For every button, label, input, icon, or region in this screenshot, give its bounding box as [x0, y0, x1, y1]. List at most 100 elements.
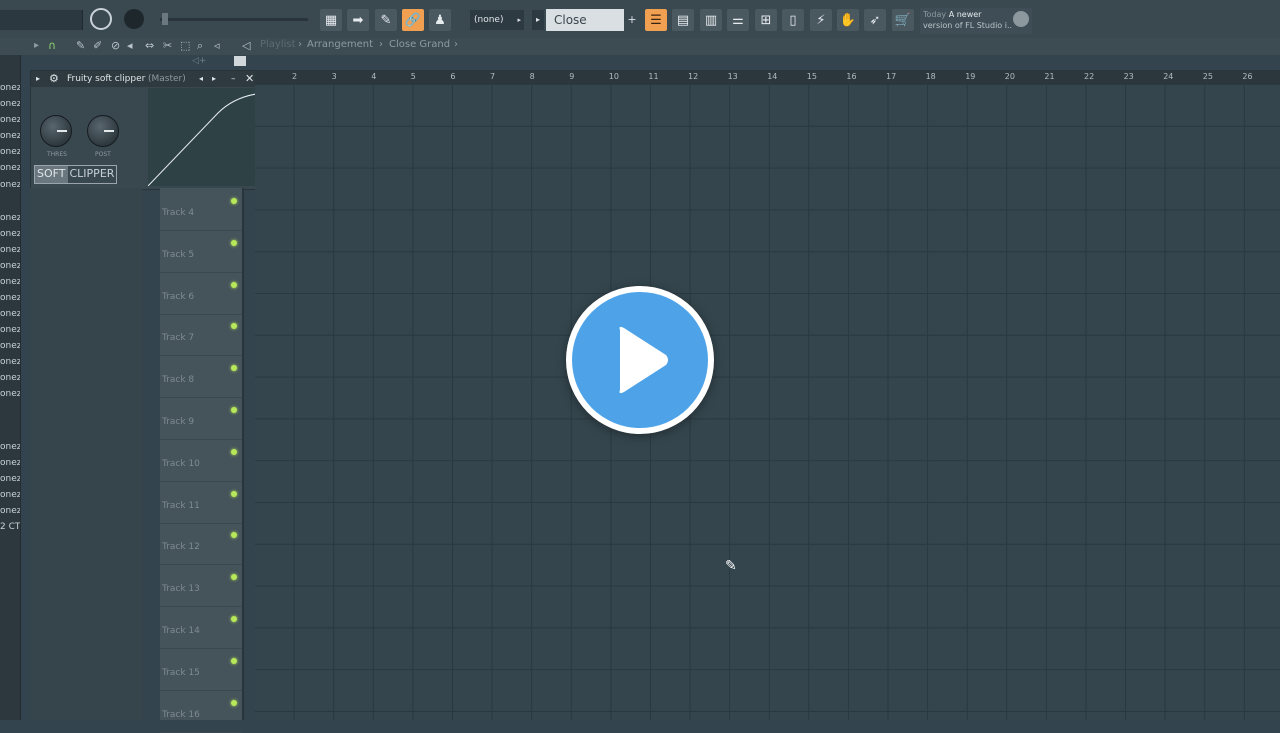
- pencil-icon[interactable]: ✎: [375, 9, 397, 31]
- browser-item[interactable]: onez: [0, 277, 20, 287]
- track-header[interactable]: Track 10: [160, 439, 242, 482]
- preset-name-display[interactable]: Close Grand: [546, 9, 624, 49]
- track-header[interactable]: Track 5: [160, 230, 242, 273]
- bird-icon[interactable]: ➶: [864, 9, 886, 31]
- browser-item[interactable]: onez: [0, 458, 20, 468]
- browser-item[interactable]: onez: [0, 341, 20, 351]
- preset-prev-icon[interactable]: ◂: [199, 71, 203, 87]
- track-header[interactable]: Track 12: [160, 522, 242, 566]
- zoom-tool-icon[interactable]: ⌕: [197, 39, 203, 53]
- breadcrumb-arrangement[interactable]: Arrangement: [307, 39, 373, 50]
- browser-item[interactable]: 2 CT: [0, 522, 20, 532]
- browser-item[interactable]: onez: [0, 245, 20, 255]
- preset-next-icon[interactable]: ▸: [212, 71, 216, 87]
- track-enable-led[interactable]: [231, 198, 237, 204]
- browser-item[interactable]: onez: [0, 389, 20, 399]
- track-enable-led[interactable]: [231, 281, 237, 288]
- tempo-dial[interactable]: [90, 8, 112, 30]
- browser-item[interactable]: onez: [0, 229, 20, 239]
- hand-icon[interactable]: ✋: [837, 9, 859, 31]
- piano-icon[interactable]: ▦: [320, 9, 342, 31]
- draw-tool-icon[interactable]: ✎: [76, 39, 85, 52]
- paint-tool-icon[interactable]: ✐: [93, 39, 102, 52]
- pattern-selector[interactable]: (none) ▸: [470, 10, 524, 30]
- magnet-icon[interactable]: ∩: [48, 39, 56, 52]
- post-gain-knob[interactable]: [87, 115, 119, 147]
- mixer-icon[interactable]: ☰: [645, 9, 667, 31]
- minimize-icon[interactable]: –: [231, 71, 236, 87]
- menu-arrow-icon[interactable]: ▸: [34, 40, 39, 51]
- playlist-grid[interactable]: [255, 84, 1280, 720]
- browser-item[interactable]: onez: [0, 357, 20, 367]
- select-tool-icon[interactable]: ⬚: [180, 39, 190, 52]
- track-header[interactable]: Track 8: [160, 355, 242, 399]
- track-header[interactable]: Track 15: [160, 648, 242, 691]
- track-enable-led[interactable]: [231, 407, 237, 413]
- browser-item[interactable]: onez: [0, 180, 20, 190]
- plugin-menu-arrow-icon[interactable]: ▸: [36, 71, 40, 87]
- browser-item[interactable]: onez: [0, 163, 20, 173]
- browser-item[interactable]: onez: [0, 261, 20, 271]
- browser-item[interactable]: onez: [0, 309, 20, 319]
- browser-item[interactable]: onez: [0, 474, 20, 484]
- breadcrumb-pattern[interactable]: Close Grand: [389, 39, 450, 50]
- track-enable-led[interactable]: [231, 657, 237, 664]
- track-enable-led[interactable]: [231, 532, 237, 539]
- track-header[interactable]: Track 13: [160, 564, 242, 608]
- piano-roll-icon[interactable]: ⚌: [727, 9, 749, 31]
- browser-item[interactable]: onez: [0, 293, 20, 303]
- file-icon[interactable]: ▯: [782, 9, 804, 31]
- track-header[interactable]: Track 14: [160, 606, 242, 649]
- delete-tool-icon[interactable]: ⊘: [111, 39, 120, 52]
- browser-item[interactable]: onez: [0, 99, 20, 109]
- close-icon[interactable]: ✕: [245, 71, 254, 87]
- track-enable-led[interactable]: [231, 490, 237, 497]
- track-enable-led[interactable]: [231, 323, 237, 330]
- gear-icon[interactable]: ⚙: [49, 71, 59, 87]
- pitch-slider-handle[interactable]: [162, 13, 168, 25]
- browser-item[interactable]: onez: [0, 115, 20, 125]
- track-header[interactable]: Track 9: [160, 397, 242, 440]
- plugin-icon[interactable]: ⚡: [810, 9, 832, 31]
- browser-item[interactable]: onez: [0, 490, 20, 500]
- link-icon[interactable]: 🔗: [402, 9, 424, 31]
- browser-item[interactable]: onez: [0, 373, 20, 383]
- browser-item[interactable]: onez: [0, 506, 20, 516]
- browser-item[interactable]: onez: [0, 442, 20, 452]
- fl-logo-icon[interactable]: [1013, 11, 1029, 27]
- cart-icon[interactable]: 🛒: [892, 9, 914, 31]
- stamp-icon[interactable]: ♟: [429, 9, 451, 31]
- arrow-right-icon[interactable]: ➡: [347, 9, 369, 31]
- track-enable-led[interactable]: [231, 448, 237, 455]
- browser-icon[interactable]: ⊞: [755, 9, 777, 31]
- master-pitch-slider[interactable]: [160, 18, 308, 21]
- track-enable-led[interactable]: [231, 574, 237, 581]
- track-header[interactable]: Track 4: [160, 188, 242, 231]
- arrangement-arrow-icon[interactable]: ◁: [242, 39, 250, 52]
- track-enable-led[interactable]: [231, 239, 237, 246]
- track-enable-led[interactable]: [231, 699, 237, 706]
- track-enable-led[interactable]: [231, 616, 237, 622]
- browser-item[interactable]: onez: [0, 213, 20, 223]
- song-position-field[interactable]: [0, 10, 83, 30]
- track-header[interactable]: Track 16: [160, 690, 242, 733]
- preset-prev-button[interactable]: ▸: [532, 10, 544, 30]
- track-header[interactable]: Track 6: [160, 272, 242, 315]
- track-header[interactable]: Track 7: [160, 313, 242, 357]
- playback-tool-icon[interactable]: ◃: [214, 39, 220, 52]
- browser-item[interactable]: onez: [0, 325, 20, 335]
- browser-item[interactable]: onez: [0, 131, 20, 141]
- video-play-button[interactable]: [566, 286, 714, 434]
- channel-rack-icon[interactable]: ▤: [672, 9, 694, 31]
- add-preset-button[interactable]: +: [626, 10, 638, 30]
- slip-tool-icon[interactable]: ⇔: [145, 39, 154, 52]
- threshold-knob[interactable]: [40, 115, 72, 147]
- browser-item[interactable]: onez: [0, 83, 20, 93]
- track-enable-led[interactable]: [231, 365, 237, 372]
- playlist-icon[interactable]: ▥: [700, 9, 722, 31]
- back-arrows-icon[interactable]: ◁+: [192, 56, 206, 66]
- master-volume-knob[interactable]: [124, 9, 144, 29]
- piano-keys-icon[interactable]: [234, 56, 246, 66]
- browser-item[interactable]: onez: [0, 147, 20, 157]
- plugin-title-bar[interactable]: ▸ ⚙ Fruity soft clipper (Master) ◂ ▸ – ✕: [31, 71, 259, 87]
